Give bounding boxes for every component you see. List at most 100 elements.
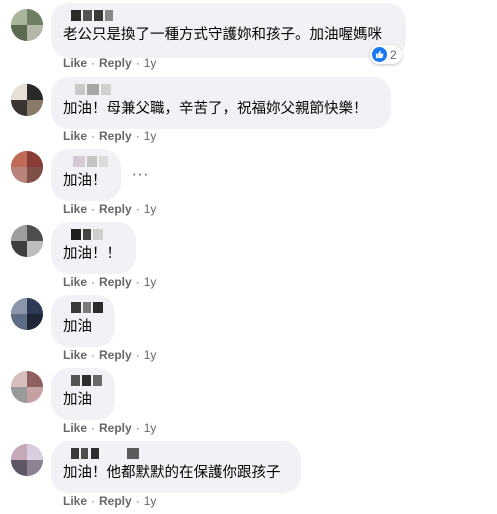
avatar-pixel — [11, 25, 27, 41]
avatar-pixel — [11, 387, 27, 403]
separator: · — [135, 348, 140, 362]
reply-button[interactable]: Reply — [99, 421, 132, 435]
separator: · — [91, 202, 96, 216]
commenter-name-redacted[interactable] — [63, 448, 289, 460]
comment-timestamp[interactable]: 1y — [144, 494, 157, 508]
like-button[interactable]: Like — [63, 129, 87, 143]
separator: · — [91, 56, 96, 70]
reply-button[interactable]: Reply — [99, 348, 132, 362]
reaction-count: 2 — [390, 47, 397, 62]
avatar-pixel — [11, 241, 27, 257]
comment-bubble: 加油！！ — [51, 222, 136, 274]
avatar-pixel — [11, 371, 27, 387]
avatar[interactable] — [11, 84, 43, 116]
ellipsis-icon[interactable]: ··· — [132, 168, 149, 183]
like-button[interactable]: Like — [63, 421, 87, 435]
separator: · — [135, 129, 140, 143]
comment-timestamp[interactable]: 1y — [144, 202, 157, 216]
separator: · — [91, 348, 96, 362]
comment-bubble: 老公只是換了一種方式守護妳和孩子。加油喔媽咪 — [51, 3, 406, 58]
avatar-pixel — [11, 298, 27, 314]
avatar-pixel — [27, 314, 43, 330]
like-button[interactable]: Like — [63, 275, 87, 289]
comment-bubble: 加油！母兼父職，辛苦了，祝福妳父親節快樂！ — [51, 77, 391, 129]
avatar-pixel — [27, 298, 43, 314]
comment-bubble: 加油 — [51, 368, 115, 420]
avatar-pixel — [27, 25, 43, 41]
commenter-name-redacted[interactable] — [63, 84, 379, 96]
comment-text: 加油！他都默默的在保護你跟孩子 — [63, 465, 281, 481]
comment-text: 加油！！ — [63, 246, 121, 262]
reply-button[interactable]: Reply — [99, 129, 132, 143]
like-button[interactable]: Like — [63, 202, 87, 216]
avatar-pixel — [27, 225, 43, 241]
avatar[interactable] — [11, 225, 43, 257]
separator: · — [91, 494, 96, 508]
separator: · — [135, 275, 140, 289]
avatar-pixel — [27, 9, 43, 25]
avatar-pixel — [11, 314, 27, 330]
avatar[interactable] — [11, 371, 43, 403]
comment-actions: Like · Reply · 1y — [63, 55, 156, 71]
reaction-summary[interactable]: 2 — [370, 45, 402, 64]
avatar-pixel — [27, 460, 43, 476]
comment-bubble: 加油 — [51, 295, 115, 347]
avatar-pixel — [27, 371, 43, 387]
avatar-pixel — [27, 151, 43, 167]
like-button[interactable]: Like — [63, 494, 87, 508]
commenter-name-redacted[interactable] — [63, 375, 103, 387]
comment-actions: Like · Reply · 1y — [63, 493, 156, 509]
avatar[interactable] — [11, 9, 43, 41]
like-button[interactable]: Like — [63, 348, 87, 362]
commenter-name-redacted[interactable] — [63, 10, 394, 22]
separator: · — [135, 421, 140, 435]
reply-button[interactable]: Reply — [99, 494, 132, 508]
separator: · — [91, 275, 96, 289]
avatar-pixel — [11, 444, 27, 460]
commenter-name-redacted[interactable] — [63, 156, 109, 168]
avatar-pixel — [11, 100, 27, 116]
avatar-pixel — [27, 241, 43, 257]
comment-bubble: 加油！他都默默的在保護你跟孩子 — [51, 441, 301, 493]
avatar[interactable] — [11, 151, 43, 183]
avatar[interactable] — [11, 444, 43, 476]
avatar-pixel — [11, 460, 27, 476]
comment-timestamp[interactable]: 1y — [144, 129, 157, 143]
avatar-pixel — [11, 151, 27, 167]
avatar-pixel — [11, 84, 27, 100]
comment-actions: Like · Reply · 1y — [63, 420, 156, 436]
avatar-pixel — [27, 387, 43, 403]
comment-actions: Like · Reply · 1y — [63, 274, 156, 290]
avatar-pixel — [27, 100, 43, 116]
separator: · — [135, 202, 140, 216]
comment-timestamp[interactable]: 1y — [144, 421, 157, 435]
avatar-pixel — [27, 444, 43, 460]
comment-timestamp[interactable]: 1y — [144, 275, 157, 289]
reply-button[interactable]: Reply — [99, 56, 132, 70]
like-icon — [372, 47, 387, 62]
comment-actions: Like · Reply · 1y — [63, 347, 156, 363]
separator: · — [135, 56, 140, 70]
comment-text: 加油 — [63, 392, 92, 408]
comment-timestamp[interactable]: 1y — [144, 348, 157, 362]
comment-actions: Like · Reply · 1y — [63, 201, 156, 217]
reply-button[interactable]: Reply — [99, 202, 132, 216]
comment-text: 老公只是換了一種方式守護妳和孩子。加油喔媽咪 — [63, 27, 382, 43]
separator: · — [91, 129, 96, 143]
like-button[interactable]: Like — [63, 56, 87, 70]
comment-bubble: 加油！ — [51, 149, 121, 201]
avatar-pixel — [27, 167, 43, 183]
reply-button[interactable]: Reply — [99, 275, 132, 289]
avatar-pixel — [11, 167, 27, 183]
avatar[interactable] — [11, 298, 43, 330]
avatar-pixel — [11, 9, 27, 25]
commenter-name-redacted[interactable] — [63, 302, 103, 314]
comment-actions: Like · Reply · 1y — [63, 128, 156, 144]
comment-text: 加油 — [63, 319, 92, 335]
comment-text: 加油！ — [63, 173, 107, 189]
avatar-pixel — [11, 225, 27, 241]
separator: · — [91, 421, 96, 435]
comment-timestamp[interactable]: 1y — [144, 56, 157, 70]
commenter-name-redacted[interactable] — [63, 229, 124, 241]
separator: · — [135, 494, 140, 508]
